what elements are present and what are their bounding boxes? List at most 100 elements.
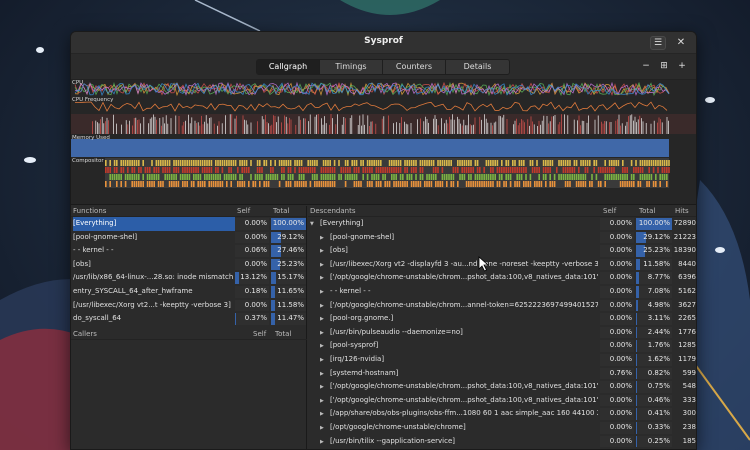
- function-row[interactable]: [/usr/libexec/Xorg vt2...t -keeptty -ver…: [71, 299, 306, 313]
- expander-collapsed-icon[interactable]: ▶: [320, 286, 330, 300]
- compositor-frame: [571, 174, 573, 180]
- expander-collapsed-icon[interactable]: ▶: [320, 327, 330, 341]
- expander-collapsed-icon[interactable]: ▶: [320, 340, 330, 354]
- descendant-row[interactable]: ▶ ['/opt/google/chrome-unstable/chrom...a…: [308, 299, 696, 314]
- self-column-header[interactable]: Self: [237, 206, 250, 217]
- function-row[interactable]: [obs] 0.00% 25.23%: [71, 258, 306, 272]
- close-button[interactable]: ✕: [674, 36, 688, 50]
- descendant-row[interactable]: ▶ [pool-org.gnome.] 0.00% 3.11% 2265: [308, 312, 696, 327]
- compositor-frame: [287, 160, 290, 166]
- expander-collapsed-icon[interactable]: ▶: [320, 232, 330, 246]
- compositor-frame: [113, 174, 116, 180]
- compositor-frame: [285, 181, 287, 187]
- descendant-row[interactable]: ▶ [/app/share/obs/obs-plugins/obs-ffm...1…: [308, 407, 696, 422]
- functions-column-header[interactable]: Functions: [73, 206, 106, 217]
- function-row[interactable]: /usr/lib/x86_64-linux-...28.so: inode mi…: [71, 271, 306, 285]
- expander-collapsed-icon[interactable]: ▶: [320, 245, 330, 259]
- descendant-row[interactable]: ▶ [/opt/google/chrome-unstable/chrome] 0.0…: [308, 421, 696, 436]
- compositor-frame: [215, 167, 217, 173]
- descendant-row[interactable]: ▶ [/usr/libexec/Xorg vt2 -displayfd 3 -au…: [308, 258, 696, 273]
- function-row[interactable]: entry_SYSCALL_64_after_hwframe 0.18% 11.65…: [71, 285, 306, 299]
- expander-collapsed-icon[interactable]: ▶: [320, 259, 330, 273]
- descendant-row[interactable]: ▶ [irq/126-nvidia] 0.00% 1.62% 1179: [308, 353, 696, 368]
- compositor-visualizer[interactable]: Compositor: [71, 158, 696, 188]
- compositor-frame: [327, 174, 329, 180]
- total-bar: [636, 299, 638, 312]
- compositor-frame: [177, 181, 180, 187]
- compositor-frame: [498, 174, 501, 180]
- compositor-frame: [305, 167, 307, 173]
- callers-self-column-header[interactable]: Self: [253, 329, 266, 340]
- expander-collapsed-icon[interactable]: ▶: [320, 354, 330, 368]
- descendant-row[interactable]: ▶ [pool-sysprof] 0.00% 1.76% 1285: [308, 339, 696, 354]
- hamburger-menu-button[interactable]: ☰: [650, 36, 666, 50]
- compositor-frame: [652, 160, 655, 166]
- compositor-frame: [611, 167, 613, 173]
- tab-callgraph[interactable]: Callgraph: [257, 60, 320, 74]
- tab-timings[interactable]: Timings: [320, 60, 383, 74]
- events-visualizer[interactable]: [71, 114, 696, 134]
- function-row[interactable]: do_syscall_64 0.37% 11.47%: [71, 312, 306, 326]
- cpu-visualizer[interactable]: CPU: [71, 80, 696, 97]
- descendants-total-column-header[interactable]: Total: [639, 206, 655, 217]
- expander-expanded-icon[interactable]: ▼: [310, 218, 320, 232]
- compositor-frame: [479, 174, 481, 180]
- compositor-frame: [325, 174, 327, 180]
- expander-collapsed-icon[interactable]: ▶: [320, 313, 330, 327]
- function-row[interactable]: [pool-gnome-shel] 0.00% 29.12%: [71, 231, 306, 245]
- zoom-out-button[interactable]: −: [640, 60, 652, 72]
- compositor-frame: [659, 160, 661, 166]
- memory-used-visualizer[interactable]: Memory Used: [71, 135, 696, 157]
- expander-collapsed-icon[interactable]: ▶: [320, 368, 330, 382]
- function-self-cell: 0.00%: [235, 258, 269, 271]
- compositor-frame: [274, 160, 276, 166]
- cpu-frequency-visualizer[interactable]: CPU Frequency: [71, 97, 696, 113]
- descendant-row[interactable]: ▶ [systemd-hostnam] 0.76% 0.82% 599: [308, 367, 696, 382]
- descendant-self-cell: 0.00%: [600, 245, 634, 257]
- compositor-frame: [190, 160, 193, 166]
- descendants-self-column-header[interactable]: Self: [603, 206, 616, 217]
- descendant-row[interactable]: ▶ - - kernel - - 0.00% 7.08% 5162: [308, 285, 696, 300]
- zoom-in-button[interactable]: +: [676, 60, 688, 72]
- tab-counters[interactable]: Counters: [383, 60, 446, 74]
- callers-column-header[interactable]: Callers: [73, 329, 97, 340]
- function-row[interactable]: [Everything] 0.00% 100.00%: [71, 217, 306, 231]
- compositor-frame: [461, 160, 463, 166]
- toolbar: Callgraph Timings Counters Details − ⊞ +: [71, 54, 696, 80]
- descendants-column-header[interactable]: Descendants: [310, 206, 356, 217]
- expander-collapsed-icon[interactable]: ▶: [320, 408, 330, 422]
- view-switcher: Callgraph Timings Counters Details: [256, 59, 510, 75]
- expander-collapsed-icon[interactable]: ▶: [320, 395, 330, 409]
- descendant-self: 0.00%: [609, 327, 632, 336]
- compositor-frame: [140, 167, 142, 173]
- descendant-row[interactable]: ▶ ['/opt/google/chrome-unstable/chrom...p…: [308, 380, 696, 395]
- descendant-row[interactable]: ▼ [Everything] 0.00% 100.00% 72890: [308, 217, 696, 232]
- compositor-frame: [454, 167, 457, 173]
- descendant-row[interactable]: ▶ ['/opt/google/chrome-unstable/chrom...p…: [308, 271, 696, 286]
- compositor-frame: [652, 167, 655, 173]
- tab-details[interactable]: Details: [446, 60, 509, 74]
- descendant-row[interactable]: ▶ [/usr/bin/tilix --gapplication-service]…: [308, 435, 696, 450]
- expander-collapsed-icon[interactable]: ▶: [320, 422, 330, 436]
- window-title: Sysprof: [364, 36, 403, 46]
- compositor-frame: [661, 174, 664, 180]
- expander-collapsed-icon[interactable]: ▶: [320, 272, 330, 286]
- function-total: 100.00%: [272, 219, 304, 227]
- descendants-hits-column-header[interactable]: Hits: [675, 206, 689, 217]
- compositor-frame: [448, 160, 450, 166]
- descendant-row[interactable]: ▶ [pool-gnome-shel] 0.00% 29.12% 21223: [308, 231, 696, 246]
- compositor-frame: [151, 174, 153, 180]
- expander-collapsed-icon[interactable]: ▶: [320, 300, 330, 314]
- total-column-header[interactable]: Total: [273, 206, 289, 217]
- zoom-fit-button[interactable]: ⊞: [658, 60, 670, 72]
- descendant-hits: 1285: [678, 341, 696, 350]
- function-row[interactable]: - - kernel - - 0.06% 27.46%: [71, 244, 306, 258]
- descendant-row[interactable]: ▶ [/usr/bin/pulseaudio --daemonize=no] 0.0…: [308, 326, 696, 341]
- expander-collapsed-icon[interactable]: ▶: [320, 436, 330, 450]
- callers-total-column-header[interactable]: Total: [275, 329, 291, 340]
- descendant-row[interactable]: ▶ [obs] 0.00% 25.23% 18390: [308, 244, 696, 259]
- compositor-frame: [239, 174, 241, 180]
- descendant-row[interactable]: ▶ ['/opt/google/chrome-unstable/chrom...p…: [308, 394, 696, 409]
- compositor-frame: [208, 167, 210, 173]
- expander-collapsed-icon[interactable]: ▶: [320, 381, 330, 395]
